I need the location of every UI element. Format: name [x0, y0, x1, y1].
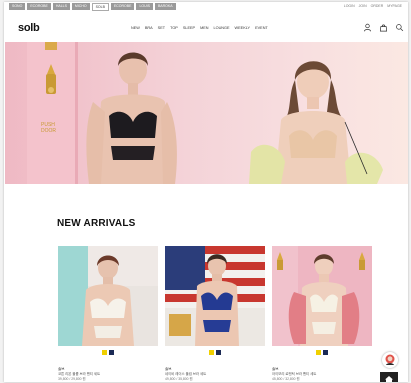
- nav-item[interactable]: SET: [158, 26, 165, 31]
- chat-button[interactable]: [382, 352, 398, 368]
- search-icon[interactable]: [395, 23, 404, 32]
- chat-avatar-icon: [383, 353, 397, 367]
- brand-tab[interactable]: ECOROBE: [27, 3, 51, 10]
- product-photo: [58, 246, 158, 346]
- color-swatch[interactable]: [216, 350, 221, 355]
- hero-banner[interactable]: PUSH DOOR: [5, 42, 408, 184]
- hero-image: PUSH DOOR: [5, 42, 408, 184]
- user-icon[interactable]: [363, 23, 372, 32]
- top-link-login[interactable]: LOGIN: [344, 4, 355, 9]
- brand-tab[interactable]: BAROKA: [154, 3, 176, 10]
- nav-item[interactable]: EVENT: [255, 26, 268, 31]
- color-swatch[interactable]: [109, 350, 114, 355]
- top-link-order[interactable]: ORDER: [371, 4, 384, 9]
- nav-item[interactable]: LOUNGE: [214, 26, 230, 31]
- product-image[interactable]: [272, 246, 372, 346]
- brand-tab[interactable]: ECOROBE: [110, 3, 135, 10]
- home-icon: [385, 376, 393, 382]
- color-swatch[interactable]: [102, 350, 107, 355]
- product-list: 솔브 코튼 리본 볼륨 브라 팬티 세트 39,800 / 29,800 원 솔…: [58, 246, 378, 382]
- header-icons: [356, 23, 404, 32]
- brand-tab[interactable]: SONO: [9, 3, 26, 10]
- nav-item[interactable]: NEW: [131, 26, 140, 31]
- nav-item[interactable]: TOP: [170, 26, 178, 31]
- product-image[interactable]: [165, 246, 265, 346]
- product-card[interactable]: 솔브 네이비 레이스 풀컵 브라 세트 49,800 / 35,800 원: [165, 246, 265, 382]
- brand-tab-active[interactable]: SOLB: [91, 3, 109, 11]
- product-photo: [165, 246, 265, 346]
- color-swatches: [165, 350, 265, 355]
- section-title: NEW ARRIVALS: [57, 218, 136, 229]
- color-swatches: [272, 350, 372, 355]
- top-links: LOGIN JOIN ORDER MYPAGE: [340, 4, 402, 9]
- main-nav: NEW BRA SET TOP SLEEP MEN LOUNGE WEEKLY …: [131, 26, 273, 31]
- nav-item[interactable]: SLEEP: [183, 26, 195, 31]
- nav-item[interactable]: WEEKLY: [235, 26, 251, 31]
- product-photo: [272, 246, 372, 346]
- product-card[interactable]: 솔브 코튼 리본 볼륨 브라 팬티 세트 39,800 / 29,800 원: [58, 246, 158, 382]
- top-link-mypage[interactable]: MYPAGE: [387, 4, 402, 9]
- product-card[interactable]: 솔브 아이보리 로맨틱 브라 팬티 세트 45,800 / 32,800 원: [272, 246, 372, 382]
- product-price: 39,800 / 29,800 원: [58, 377, 86, 381]
- top-link-join[interactable]: JOIN: [359, 4, 367, 9]
- product-price: 49,800 / 35,800 원: [165, 377, 193, 381]
- color-swatch[interactable]: [323, 350, 328, 355]
- page: SONO ECOROBE HALLS MICHO SOLB ECOROBE LO…: [4, 2, 408, 382]
- brand-tab[interactable]: HALLS: [52, 3, 70, 10]
- logo[interactable]: solb: [18, 22, 40, 34]
- brand-tab[interactable]: LOUIS: [136, 3, 153, 10]
- bag-icon[interactable]: [379, 23, 388, 32]
- product-price: 45,800 / 32,800 원: [272, 377, 300, 381]
- brand-tabs: SONO ECOROBE HALLS MICHO SOLB ECOROBE LO…: [9, 3, 178, 11]
- nav-item[interactable]: BRA: [145, 26, 153, 31]
- scroll-top-button[interactable]: [380, 372, 398, 382]
- color-swatch[interactable]: [209, 350, 214, 355]
- door-sign: DOOR: [41, 128, 56, 134]
- header: solb NEW BRA SET TOP SLEEP MEN LOUNGE WE…: [4, 14, 408, 40]
- brand-tab[interactable]: MICHO: [71, 3, 90, 10]
- top-strip: SONO ECOROBE HALLS MICHO SOLB ECOROBE LO…: [4, 2, 408, 11]
- nav-item[interactable]: MEN: [200, 26, 208, 31]
- color-swatch[interactable]: [316, 350, 321, 355]
- color-swatches: [58, 350, 158, 355]
- product-image[interactable]: [58, 246, 158, 346]
